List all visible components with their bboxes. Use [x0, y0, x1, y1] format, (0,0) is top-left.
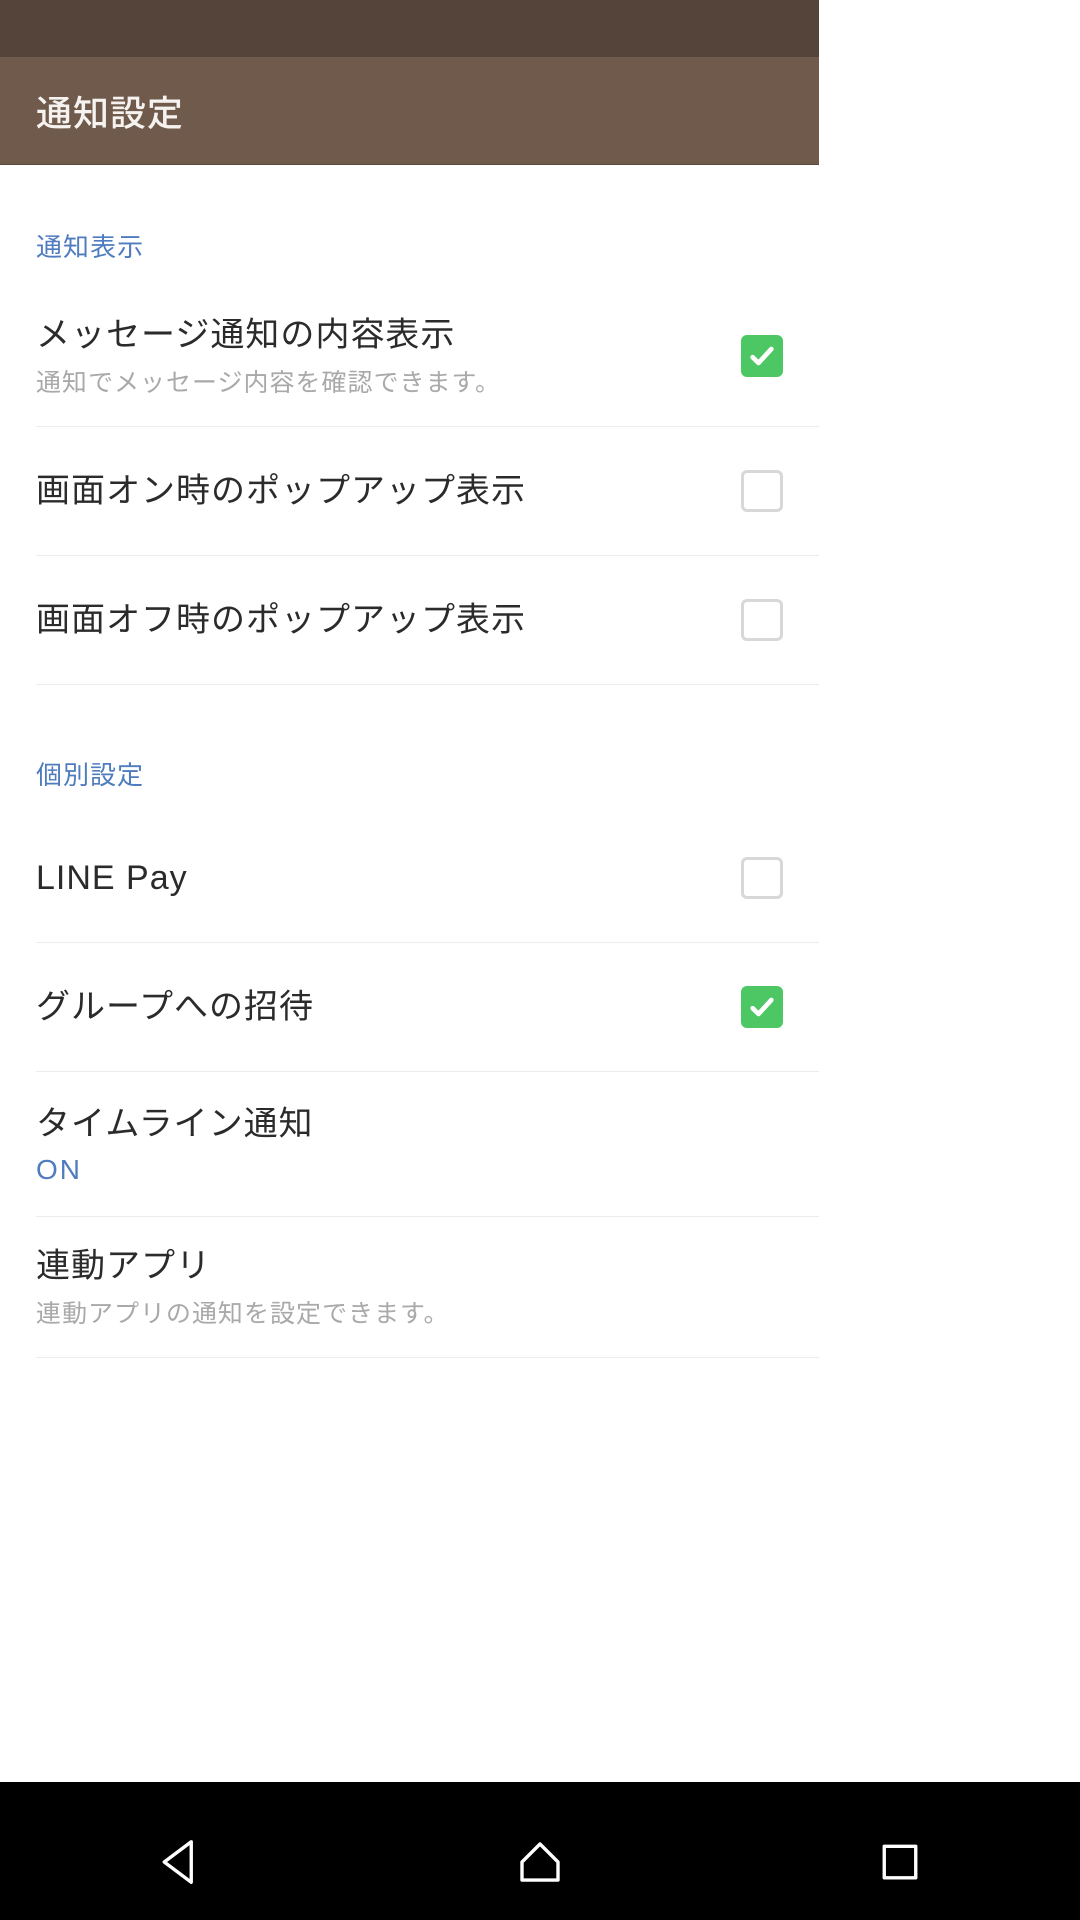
row-title: 画面オフ時のポップアップ表示 [36, 598, 741, 642]
home-icon[interactable] [513, 1835, 567, 1889]
checkbox-unchecked-icon[interactable] [741, 599, 783, 641]
section-label-display: 通知表示 [0, 227, 819, 286]
row-linked-apps[interactable]: 連動アプリ 連動アプリの通知を設定できます。 [0, 1217, 819, 1357]
row-value: ON [36, 1154, 783, 1186]
section-label-individual: 個別設定 [0, 755, 819, 814]
checkbox-unchecked-icon[interactable] [741, 470, 783, 512]
recent-icon[interactable] [873, 1835, 927, 1889]
checkbox-checked-icon[interactable] [741, 335, 783, 377]
row-timeline-notification[interactable]: タイムライン通知 ON [0, 1072, 819, 1216]
page-title: 通知設定 [36, 85, 184, 137]
row-line-pay[interactable]: LINE Pay [0, 814, 819, 942]
row-subtitle: 通知でメッセージ内容を確認できます。 [36, 363, 741, 399]
settings-content: 通知表示 メッセージ通知の内容表示 通知でメッセージ内容を確認できます。 画面オ… [0, 165, 819, 1358]
checkbox-unchecked-icon[interactable] [741, 857, 783, 899]
row-title: グループへの招待 [36, 985, 741, 1029]
row-subtitle: 連動アプリの通知を設定できます。 [36, 1294, 783, 1330]
checkbox-checked-icon[interactable] [741, 986, 783, 1028]
back-icon[interactable] [153, 1835, 207, 1889]
row-title: タイムライン通知 [36, 1102, 783, 1146]
nav-bar [0, 1803, 1080, 1920]
row-title: メッセージ通知の内容表示 [36, 313, 741, 357]
row-title: 画面オン時のポップアップ表示 [36, 469, 741, 513]
row-title: LINE Pay [36, 856, 741, 900]
status-bar [0, 0, 819, 57]
row-popup-screen-on[interactable]: 画面オン時のポップアップ表示 [0, 427, 819, 555]
row-title: 連動アプリ [36, 1244, 783, 1288]
row-popup-screen-off[interactable]: 画面オフ時のポップアップ表示 [0, 556, 819, 684]
bottom-gap [0, 1782, 1080, 1803]
page-header: 通知設定 [0, 57, 819, 165]
row-message-content-display[interactable]: メッセージ通知の内容表示 通知でメッセージ内容を確認できます。 [0, 286, 819, 426]
row-group-invite[interactable]: グループへの招待 [0, 943, 819, 1071]
